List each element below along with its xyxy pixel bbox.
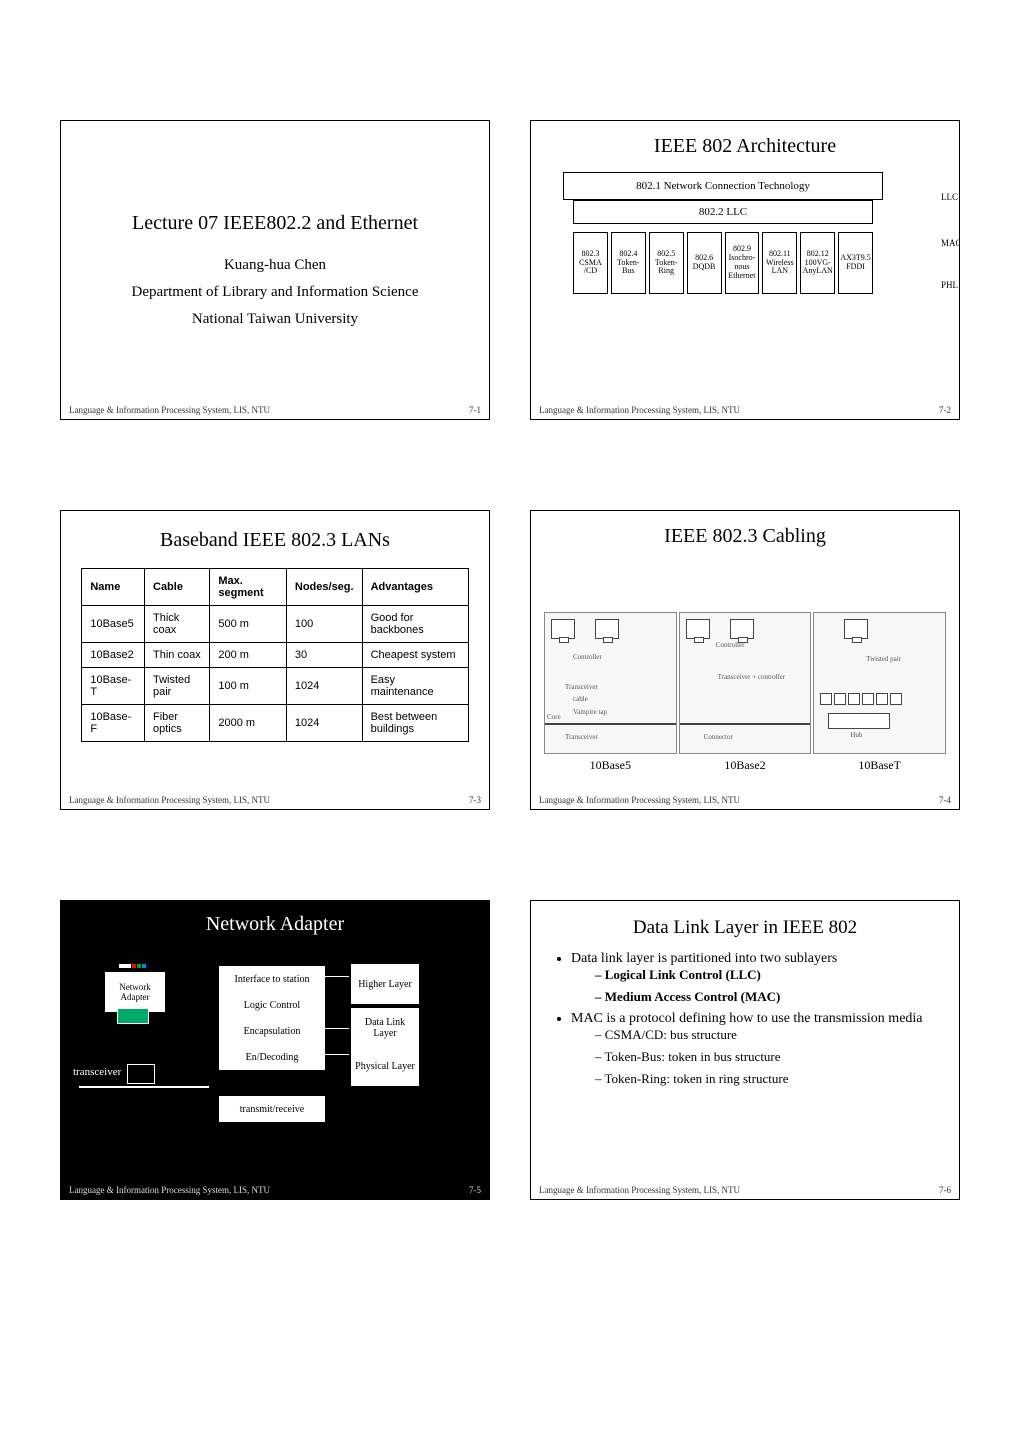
table-row: 10Base5 Thick coax 500 m 100 Good for ba…	[82, 606, 468, 643]
diagram-10base2: Controller Transceiver + controller Conn…	[680, 612, 811, 773]
label-transceiver: transceiver	[73, 1066, 121, 1078]
proto-802-6: 802.6DQDB	[687, 232, 722, 294]
th-max-segment: Max. segment	[210, 569, 287, 606]
label-mac: MAC	[941, 238, 960, 248]
footer-text: Language & Information Processing System…	[539, 1185, 740, 1195]
proto-802-4: 802.4Token- Bus	[611, 232, 646, 294]
diagram-10base5: Controller Transceiver cable Vampire tap…	[545, 612, 676, 773]
proto-fddi: AX3T9.5FDDI	[838, 232, 873, 294]
adapter-diagram: Network Adapter Interface to station Log…	[69, 946, 481, 1191]
bullet-list: Data link layer is partitioned into two …	[553, 951, 937, 1093]
table-row: 10Base-T Twisted pair 100 m 1024 Easy ma…	[82, 668, 468, 705]
department: Department of Library and Information Sc…	[132, 284, 419, 301]
block-interface: Interface to station	[219, 966, 325, 992]
slide-title: IEEE 802 Architecture	[539, 135, 951, 158]
slide-footer: Language & Information Processing System…	[539, 1185, 951, 1195]
label-phl: PHL	[941, 280, 958, 290]
table-row: 10Base2 Thin coax 200 m 30 Cheapest syst…	[82, 643, 468, 668]
block-data-link-layer: Data Link Layer	[351, 1008, 419, 1048]
th-advantages: Advantages	[362, 569, 468, 606]
slide-footer: Language & Information Processing System…	[539, 795, 951, 805]
page-number: 7-5	[469, 1185, 481, 1195]
table-header-row: Name Cable Max. segment Nodes/seg. Advan…	[82, 569, 468, 606]
slide-footer: Language & Information Processing System…	[539, 405, 951, 415]
lecture-title: Lecture 07 IEEE802.2 and Ethernet	[132, 212, 418, 235]
slide-architecture: IEEE 802 Architecture 802.1 Network Conn…	[530, 120, 960, 420]
slide-title: Lecture 07 IEEE802.2 and Ethernet Kuang-…	[60, 120, 490, 420]
footer-text: Language & Information Processing System…	[69, 795, 270, 805]
slide-footer: Language & Information Processing System…	[69, 795, 481, 805]
list-item: Data link layer is partitioned into two …	[571, 951, 937, 1005]
table-row: 10Base-F Fiber optics 2000 m 1024 Best b…	[82, 705, 468, 742]
proto-802-9: 802.9Isochro- nous Ethernet	[725, 232, 760, 294]
slide-network-adapter: Network Adapter Network Adapter Interfac…	[60, 900, 490, 1200]
protocol-row: 802.3CSMA /CD 802.4Token- Bus 802.5Token…	[573, 232, 873, 294]
slide-cabling: IEEE 802.3 Cabling Controller Transceive…	[530, 510, 960, 810]
cabling-figure-10base5: Controller Transceiver cable Vampire tap…	[544, 612, 677, 754]
label-llc: LLC	[941, 192, 958, 202]
list-item: Logical Link Control (LLC)	[595, 967, 923, 983]
footer-text: Language & Information Processing System…	[539, 405, 740, 415]
block-higher-layer: Higher Layer	[351, 964, 419, 1004]
diagram-10baset: Twisted pair Hub 10BaseT	[814, 612, 945, 773]
box-802-1: 802.1 Network Connection Technology	[563, 172, 883, 200]
proto-802-3: 802.3CSMA /CD	[573, 232, 608, 294]
university: National Taiwan University	[192, 311, 358, 328]
box-802-2-llc: 802.2 LLC	[573, 200, 873, 224]
th-name: Name	[82, 569, 145, 606]
list-item: CSMA/CD: bus structure	[595, 1027, 923, 1043]
block-physical-layer: Physical Layer	[351, 1046, 419, 1086]
footer-text: Language & Information Processing System…	[539, 795, 740, 805]
proto-802-5: 802.5Token- Ring	[649, 232, 684, 294]
slide-title: Network Adapter	[69, 913, 481, 936]
list-item: Token-Bus: token in bus structure	[595, 1049, 923, 1065]
diagram-label: 10Base5	[590, 758, 631, 773]
page-number: 7-4	[939, 795, 951, 805]
diagram-label: 10Base2	[724, 758, 765, 773]
proto-802-12: 802.12100VG- AnyLAN	[800, 232, 835, 294]
cabling-figure-10baset: Twisted pair Hub	[813, 612, 946, 754]
page-number: 7-3	[469, 795, 481, 805]
block-logic-control: Logic Control	[219, 992, 325, 1018]
page-number: 7-6	[939, 1185, 951, 1195]
slide-title: Baseband IEEE 802.3 LANs	[69, 529, 481, 552]
list-item: MAC is a protocol defining how to use th…	[571, 1011, 937, 1087]
diagram-label: 10BaseT	[858, 758, 901, 773]
block-network-adapter: Network Adapter	[105, 972, 165, 1012]
footer-text: Language & Information Processing System…	[69, 405, 270, 415]
slide-data-link-layer: Data Link Layer in IEEE 802 Data link la…	[530, 900, 960, 1200]
slide-baseband-lans: Baseband IEEE 802.3 LANs Name Cable Max.…	[60, 510, 490, 810]
lan-table: Name Cable Max. segment Nodes/seg. Advan…	[81, 568, 468, 742]
architecture-diagram: 802.1 Network Connection Technology 802.…	[553, 172, 937, 342]
page-number: 7-1	[469, 405, 481, 415]
slide-title: IEEE 802.3 Cabling	[539, 525, 951, 548]
th-nodes: Nodes/seg.	[286, 569, 362, 606]
list-item: Token-Ring: token in ring structure	[595, 1071, 923, 1087]
block-transmit-receive: transmit/receive	[219, 1096, 325, 1122]
proto-802-11: 802.11Wireless LAN	[762, 232, 797, 294]
author: Kuang-hua Chen	[224, 257, 326, 274]
slide-footer: Language & Information Processing System…	[69, 405, 481, 415]
slide-title: Data Link Layer in IEEE 802	[539, 917, 951, 939]
list-item: Medium Access Control (MAC)	[595, 989, 923, 1005]
page-number: 7-2	[939, 405, 951, 415]
th-cable: Cable	[145, 569, 210, 606]
cabling-figure-10base2: Controller Transceiver + controller Conn…	[679, 612, 812, 754]
footer-text: Language & Information Processing System…	[69, 1185, 270, 1195]
block-en-decoding: En/Decoding	[219, 1044, 325, 1070]
slide-footer: Language & Information Processing System…	[69, 1185, 481, 1195]
block-encapsulation: Encapsulation	[219, 1018, 325, 1044]
